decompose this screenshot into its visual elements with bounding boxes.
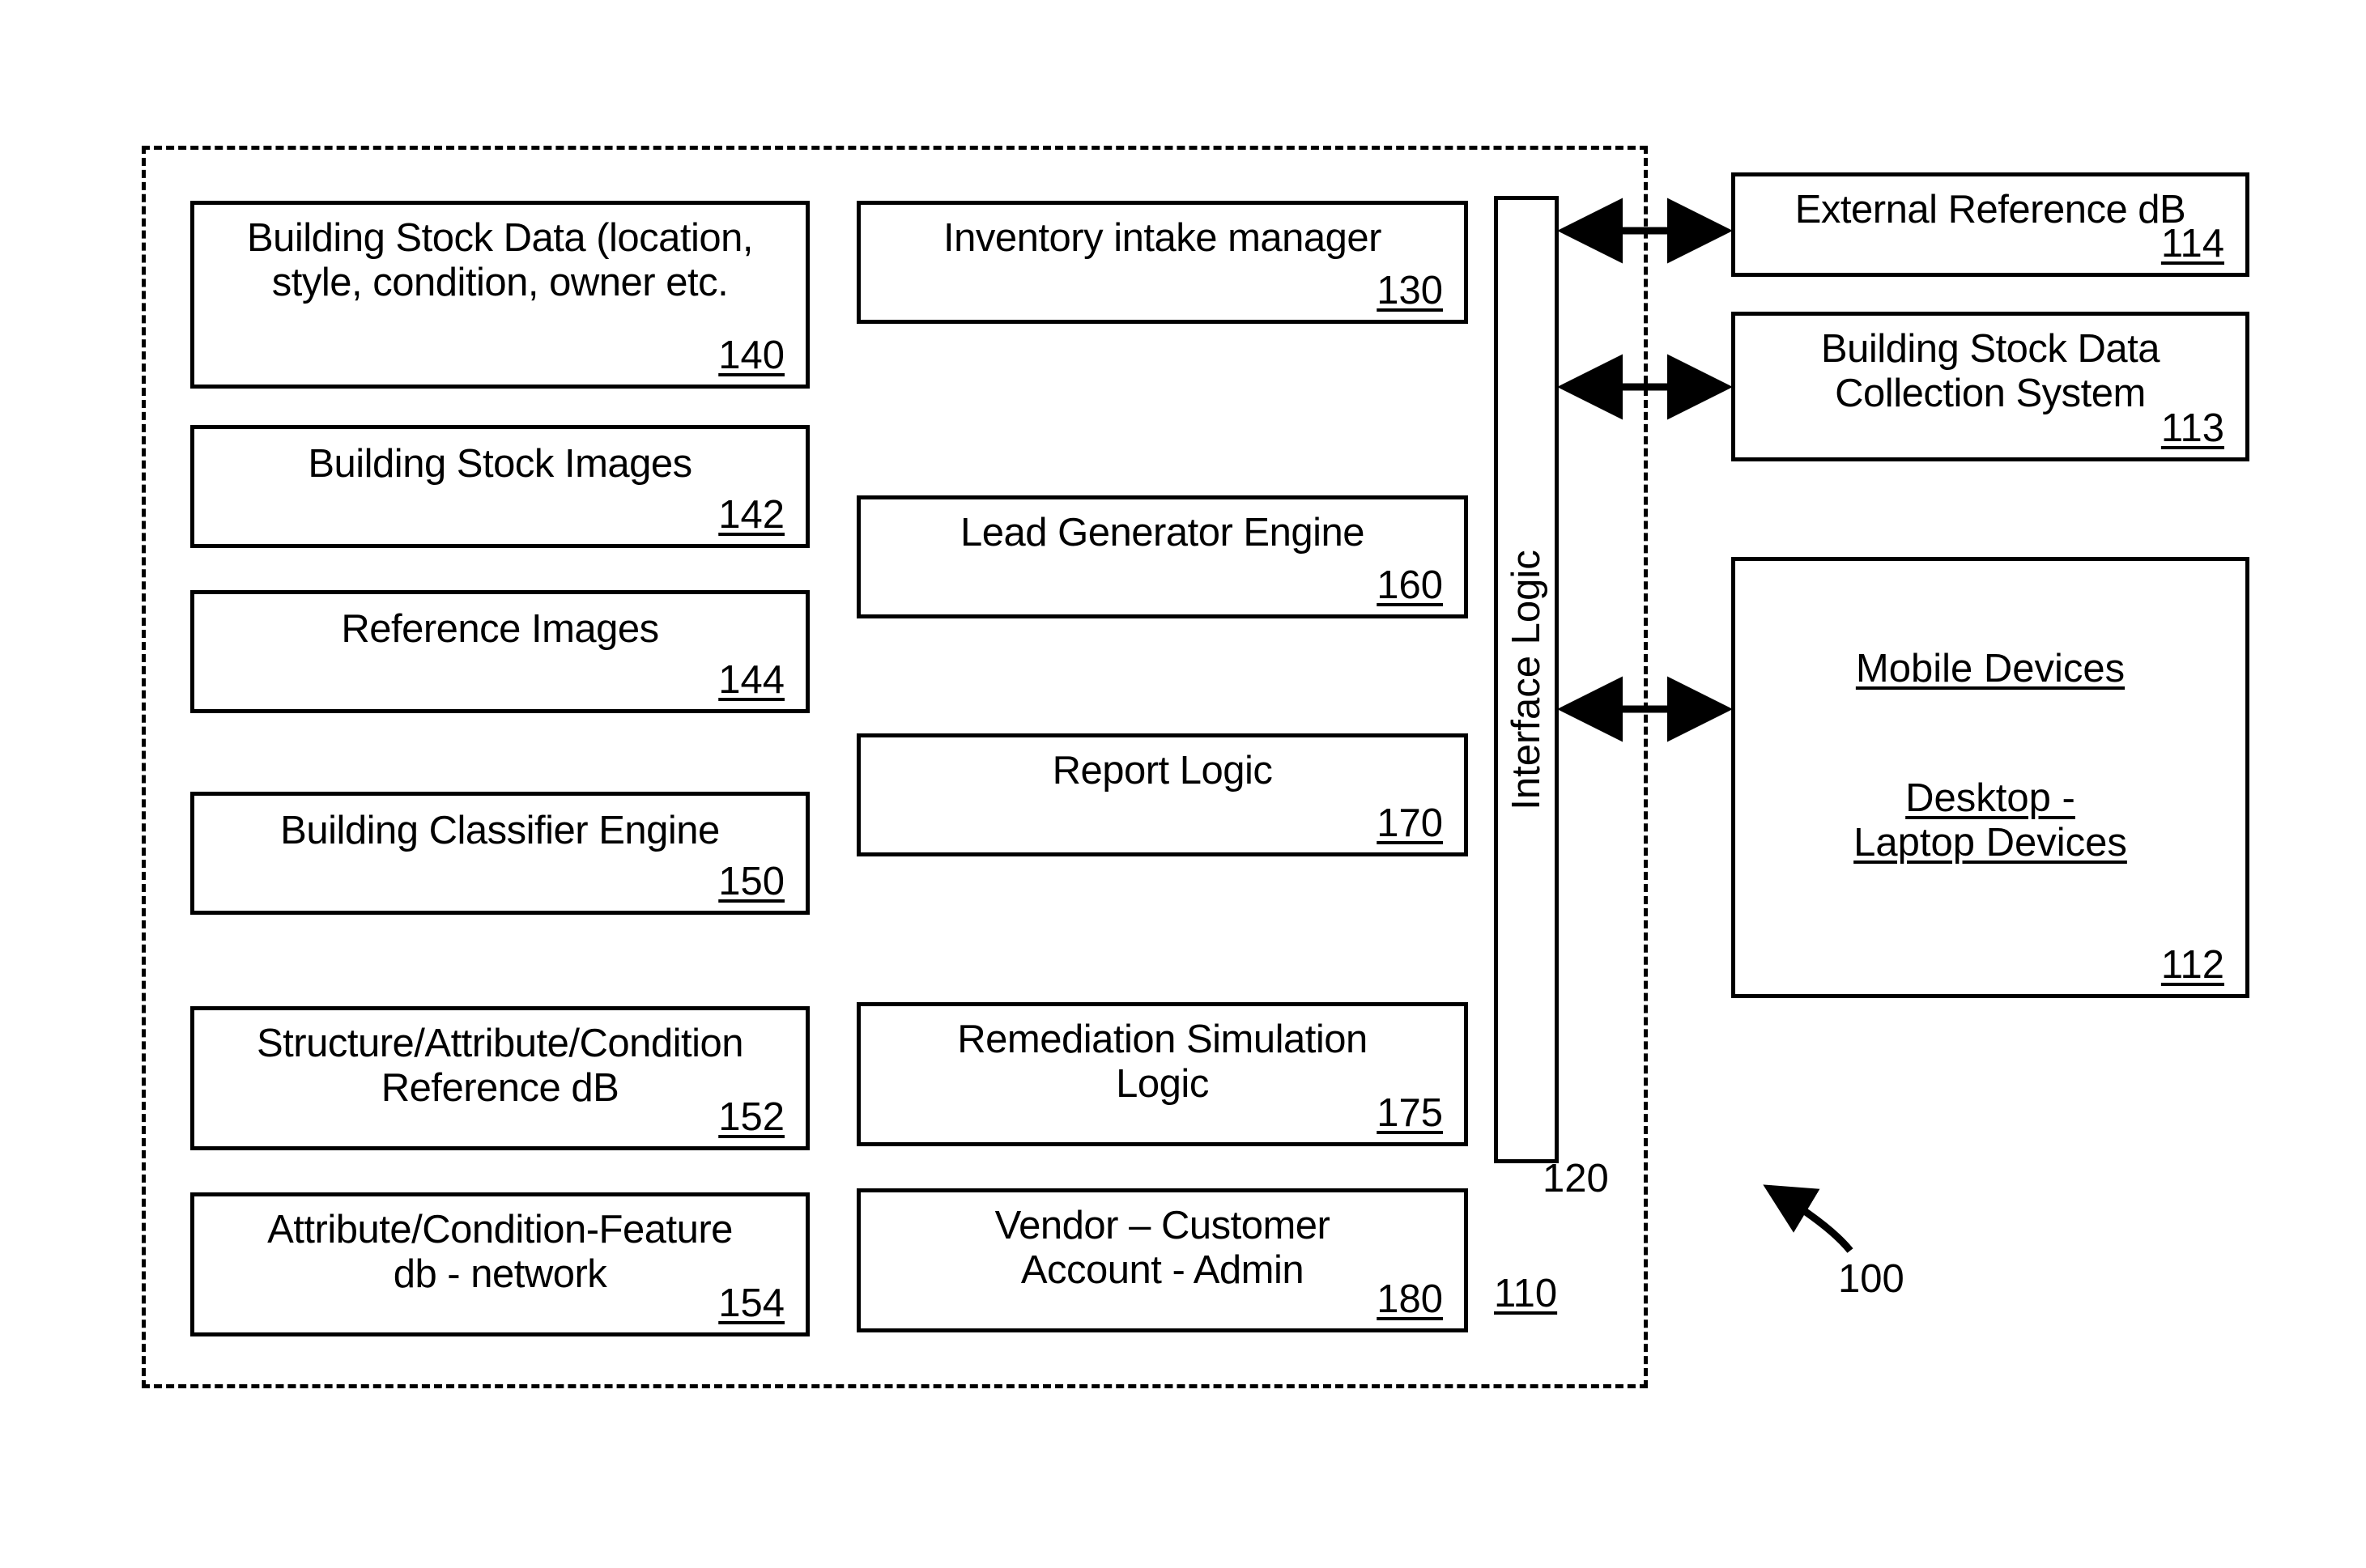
- box-devices-112: Mobile Devices Desktop - Laptop Devices …: [1731, 557, 2249, 998]
- box-reference-number: 170: [1377, 801, 1443, 845]
- box-title: Building Stock Data Collection System: [1820, 327, 2160, 415]
- box-reference-number: 113: [2160, 406, 2224, 450]
- box-inventory-intake-manager-130: Inventory intake manager 130: [857, 201, 1468, 324]
- interface-logic-bar-120: Interface Logic: [1494, 196, 1559, 1163]
- leader-arrow-100: [1763, 1184, 1853, 1253]
- box-reference-number: 140: [718, 334, 785, 377]
- box-title: Reference Images: [341, 607, 659, 651]
- box-reference-number: 142: [718, 493, 785, 537]
- box-title: Report Logic: [1052, 749, 1273, 792]
- box-reference-number: 175: [1377, 1091, 1443, 1135]
- box-lead-generator-engine-160: Lead Generator Engine 160: [857, 495, 1468, 618]
- devices-mobile-label: Mobile Devices: [1855, 647, 2126, 691]
- box-title: Remediation Simulation Logic: [957, 1018, 1368, 1106]
- reference-number-120: 120: [1543, 1157, 1609, 1200]
- box-vendor-customer-account-admin-180: Vendor – Customer Account - Admin 180: [857, 1188, 1468, 1332]
- box-title: Building Stock Data (location, style, co…: [246, 216, 754, 304]
- box-reference-number: 150: [718, 860, 785, 903]
- box-title: Attribute/Condition-Feature db - network: [267, 1208, 733, 1296]
- box-external-reference-db-114: External Reference dB 114: [1731, 172, 2249, 277]
- box-title: Lead Generator Engine: [960, 511, 1364, 555]
- box-reference-number: 112: [2160, 943, 2224, 987]
- box-title: Vendor – Customer Account - Admin: [994, 1204, 1330, 1292]
- patent-figure: Building Stock Data (location, style, co…: [0, 0, 2366, 1568]
- box-title: Building Stock Images: [308, 442, 692, 486]
- box-reference-number: 154: [718, 1281, 785, 1325]
- box-reference-images-144: Reference Images 144: [190, 590, 810, 713]
- box-building-stock-data-140: Building Stock Data (location, style, co…: [190, 201, 810, 389]
- box-reference-number: 160: [1377, 563, 1443, 607]
- box-building-stock-images-142: Building Stock Images 142: [190, 425, 810, 548]
- box-title: Building Classifier Engine: [280, 809, 720, 852]
- interface-logic-label: Interface Logic: [1504, 549, 1548, 810]
- box-title: Inventory intake manager: [943, 216, 1381, 260]
- box-reference-number: 152: [718, 1095, 785, 1139]
- box-attribute-condition-feature-db-network-154: Attribute/Condition-Feature db - network…: [190, 1192, 810, 1336]
- box-reference-number: 180: [1377, 1277, 1443, 1321]
- box-building-classifier-engine-150: Building Classifier Engine 150: [190, 792, 810, 915]
- devices-desktop-label: Desktop -: [1905, 776, 2075, 820]
- reference-number-100: 100: [1838, 1257, 1904, 1301]
- box-reference-number: 114: [2160, 222, 2224, 266]
- box-title: Structure/Attribute/Condition Reference …: [256, 1022, 744, 1110]
- box-reference-number: 144: [718, 658, 785, 702]
- devices-laptop-label: Laptop Devices: [1853, 821, 2127, 865]
- reference-number-110: 110: [1494, 1272, 1558, 1315]
- box-report-logic-170: Report Logic 170: [857, 733, 1468, 856]
- box-reference-number: 130: [1377, 269, 1443, 312]
- box-structure-attribute-condition-reference-db-152: Structure/Attribute/Condition Reference …: [190, 1006, 810, 1150]
- box-remediation-simulation-logic-175: Remediation Simulation Logic 175: [857, 1002, 1468, 1146]
- box-building-stock-data-collection-system-113: Building Stock Data Collection System 11…: [1731, 312, 2249, 461]
